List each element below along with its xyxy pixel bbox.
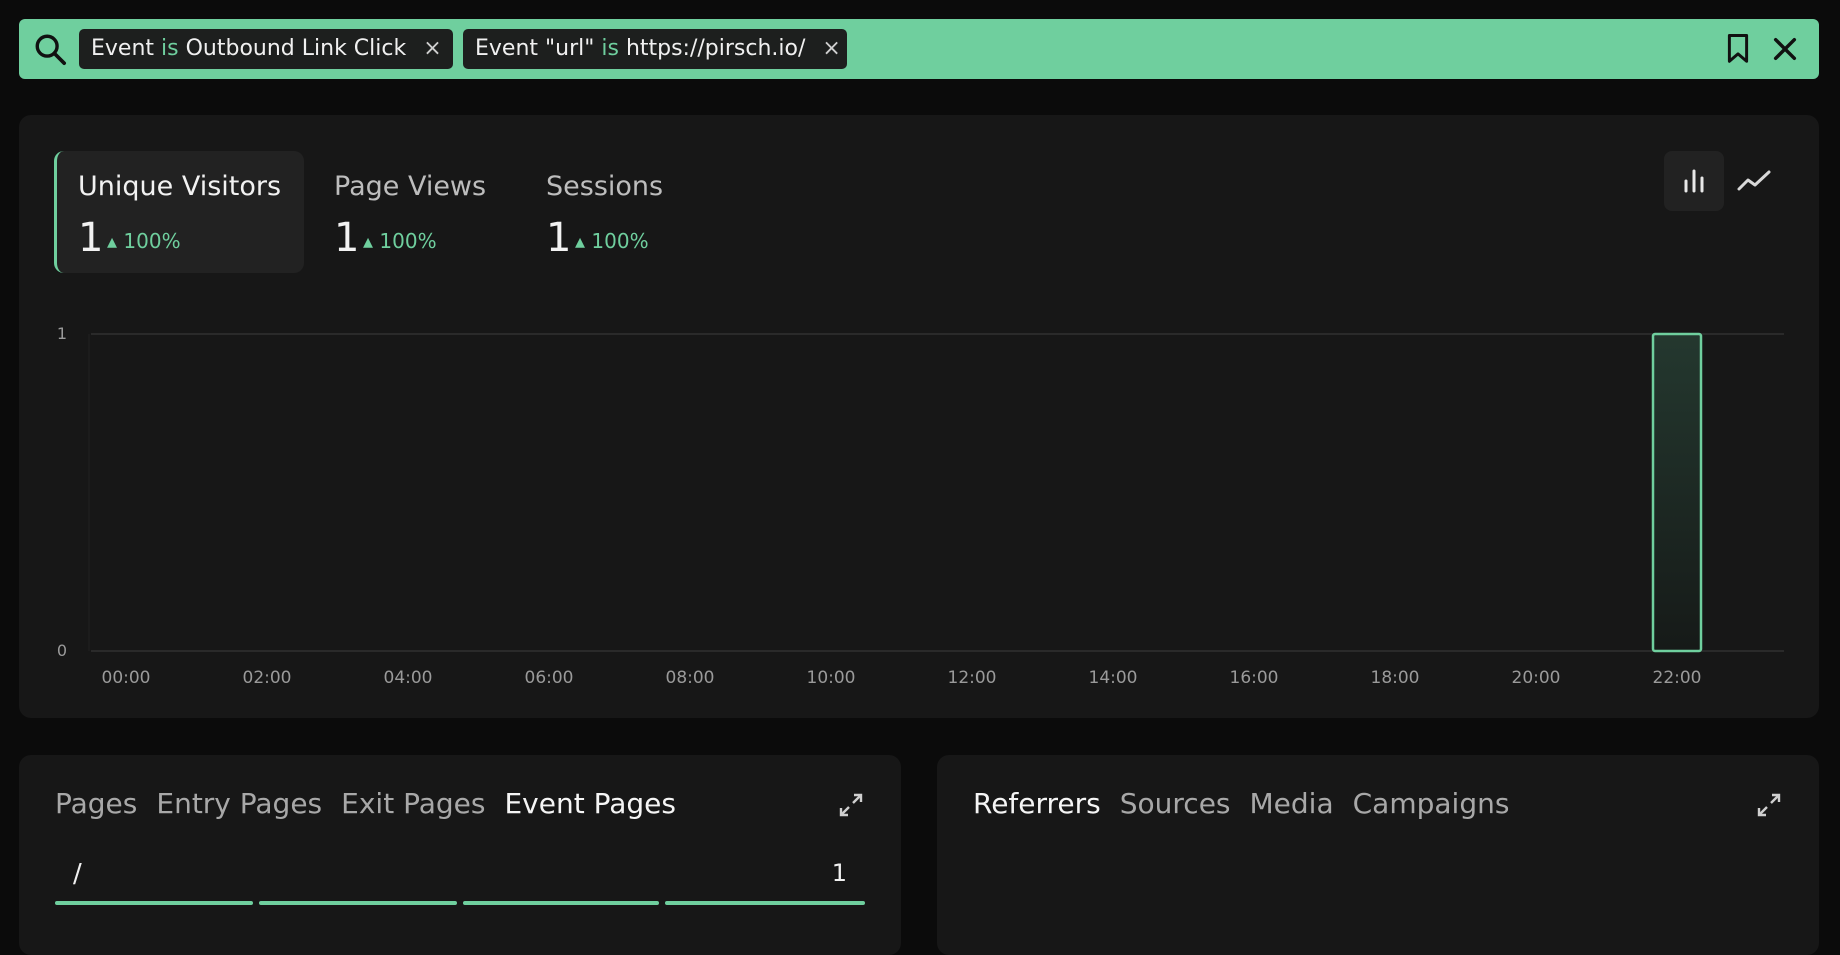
- tab-exit-pages[interactable]: Exit Pages: [341, 787, 485, 820]
- tab-media[interactable]: Media: [1250, 787, 1334, 820]
- filter-field: Event: [91, 36, 155, 61]
- filter-chip-event-url[interactable]: Event "url" is https://pirsch.io/ ×: [463, 29, 847, 69]
- x-tick-label: 10:00: [807, 668, 856, 688]
- tab-referrers[interactable]: Referrers: [973, 787, 1101, 820]
- y-tick-label: 0: [57, 641, 67, 660]
- filter-value: Outbound Link Click: [185, 36, 407, 61]
- filter-bar: Event is Outbound Link Click × Event "ur…: [19, 19, 1819, 79]
- x-tick-label: 16:00: [1230, 668, 1279, 688]
- filter-operator: is: [601, 36, 619, 61]
- x-tick-label: 14:00: [1089, 668, 1138, 688]
- progress-bar: [463, 901, 659, 905]
- table-row[interactable]: / 1: [55, 855, 865, 905]
- x-tick-label: 08:00: [666, 668, 715, 688]
- x-tick-label: 22:00: [1653, 668, 1702, 688]
- progress-bar: [259, 901, 457, 905]
- chart-bar: [1651, 332, 1703, 653]
- remove-filter-icon[interactable]: ×: [822, 36, 840, 61]
- tab-event-pages[interactable]: Event Pages: [504, 787, 676, 820]
- x-tick-label: 12:00: [948, 668, 997, 688]
- referrers-tabs: Referrers Sources Media Campaigns: [973, 787, 1509, 820]
- remove-filter-icon[interactable]: ×: [423, 36, 441, 61]
- x-tick-label: 04:00: [384, 668, 433, 688]
- tab-campaigns[interactable]: Campaigns: [1353, 787, 1510, 820]
- search-icon[interactable]: [33, 32, 67, 66]
- progress-bar: [665, 901, 865, 905]
- expand-icon[interactable]: [837, 791, 865, 819]
- tab-sources[interactable]: Sources: [1120, 787, 1231, 820]
- visitors-chart: 1 0 00:00 02:00 04:00 06:00 08:00 10:00 12:00 14:…: [57, 324, 1784, 688]
- tab-pages[interactable]: Pages: [55, 787, 137, 820]
- x-tick-label: 18:00: [1371, 668, 1420, 688]
- filter-field: Event "url": [475, 36, 595, 61]
- filter-operator: is: [161, 36, 179, 61]
- filter-value: https://pirsch.io/: [625, 36, 806, 61]
- pages-panel: Pages Entry Pages Exit Pages Event Pages…: [19, 755, 901, 955]
- filter-chip-event[interactable]: Event is Outbound Link Click ×: [79, 29, 453, 69]
- visitors-chart-panel: Unique Visitors 1 ▴ 100% Page Views 1 ▴ …: [19, 115, 1819, 718]
- referrers-panel: Referrers Sources Media Campaigns: [937, 755, 1819, 955]
- x-tick-label: 00:00: [102, 668, 151, 688]
- expand-icon[interactable]: [1755, 791, 1783, 819]
- y-tick-label: 1: [57, 324, 67, 343]
- tab-entry-pages[interactable]: Entry Pages: [156, 787, 322, 820]
- pages-tabs: Pages Entry Pages Exit Pages Event Pages: [55, 787, 676, 820]
- page-count: 1: [831, 859, 847, 887]
- bookmark-icon[interactable]: [1723, 33, 1753, 65]
- x-tick-label: 20:00: [1512, 668, 1561, 688]
- progress-bar: [55, 901, 253, 905]
- x-tick-label: 06:00: [525, 668, 574, 688]
- close-icon[interactable]: [1769, 33, 1801, 65]
- x-tick-label: 02:00: [243, 668, 292, 688]
- page-path: /: [73, 859, 82, 889]
